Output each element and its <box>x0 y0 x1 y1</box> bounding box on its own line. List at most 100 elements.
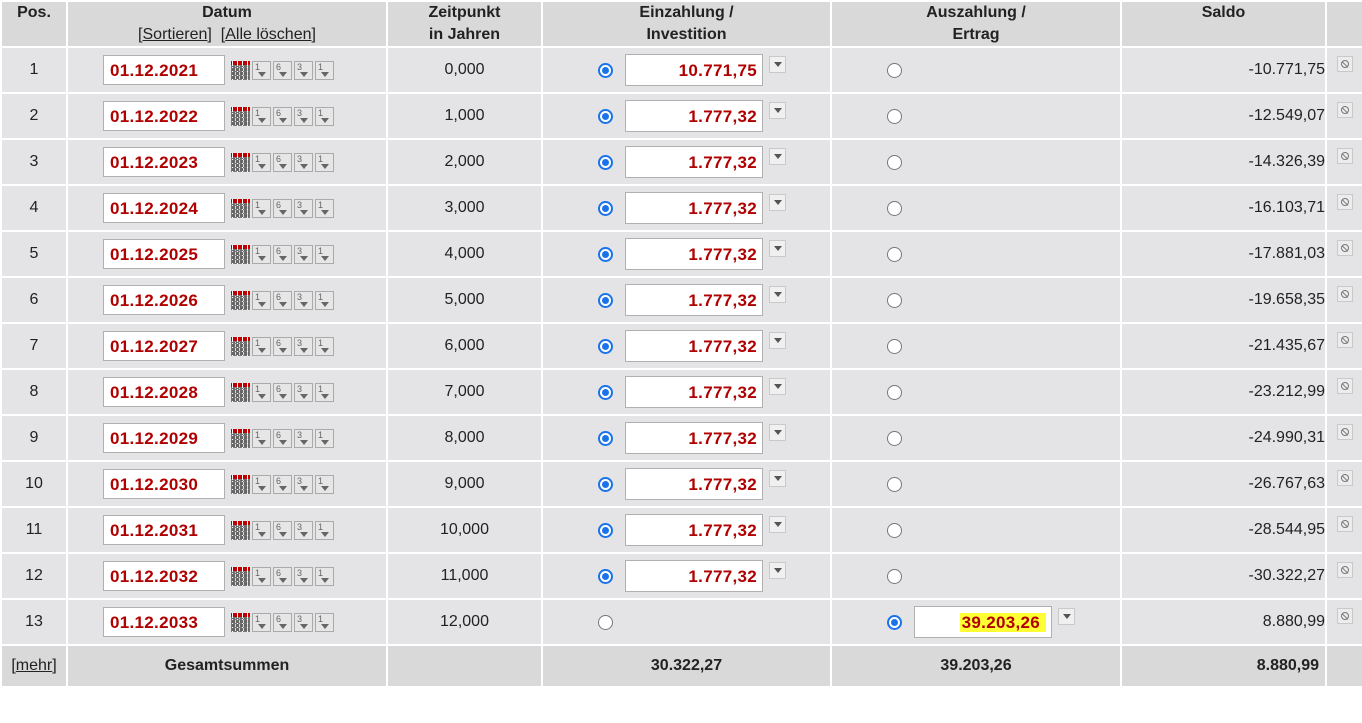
auszahlung-radio[interactable] <box>887 62 902 78</box>
auszahlung-radio[interactable] <box>887 246 902 262</box>
quarter-step-icon[interactable]: 3 <box>294 198 313 218</box>
amount-dropdown-icon[interactable] <box>1058 608 1075 625</box>
year-step-icon[interactable]: 1 <box>315 474 334 494</box>
delete-row-icon[interactable] <box>1336 561 1353 578</box>
calendar-icon[interactable] <box>231 60 250 80</box>
delete-row-icon[interactable] <box>1336 331 1353 348</box>
amount-field[interactable]: 1.777,32 <box>625 376 763 408</box>
einzahlung-radio[interactable] <box>598 246 613 262</box>
amount-field[interactable]: 1.777,32 <box>625 100 763 132</box>
quarter-step-icon[interactable]: 3 <box>294 290 313 310</box>
date-field[interactable]: 01.12.2024 <box>103 193 225 223</box>
quarter-step-icon[interactable]: 3 <box>294 520 313 540</box>
calendar-icon[interactable] <box>231 152 250 172</box>
amount-dropdown-icon[interactable] <box>769 240 786 257</box>
amount-field[interactable]: 1.777,32 <box>625 468 763 500</box>
month-step-icon[interactable]: 6 <box>273 474 292 494</box>
amount-dropdown-icon[interactable] <box>769 516 786 533</box>
quarter-step-icon[interactable]: 3 <box>294 474 313 494</box>
amount-field[interactable]: 1.777,32 <box>625 192 763 224</box>
amount-dropdown-icon[interactable] <box>769 102 786 119</box>
auszahlung-radio[interactable] <box>887 384 902 400</box>
month-step-icon[interactable]: 6 <box>273 428 292 448</box>
month-step-icon[interactable]: 6 <box>273 198 292 218</box>
calendar-icon[interactable] <box>231 520 250 540</box>
day-step-icon[interactable]: 1 <box>252 244 271 264</box>
delete-row-icon[interactable] <box>1336 147 1353 164</box>
day-step-icon[interactable]: 1 <box>252 198 271 218</box>
quarter-step-icon[interactable]: 3 <box>294 382 313 402</box>
day-step-icon[interactable]: 1 <box>252 428 271 448</box>
year-step-icon[interactable]: 1 <box>315 336 334 356</box>
delete-row-icon[interactable] <box>1336 285 1353 302</box>
year-step-icon[interactable]: 1 <box>315 60 334 80</box>
auszahlung-radio[interactable] <box>887 154 902 170</box>
einzahlung-radio[interactable] <box>598 62 613 78</box>
delete-row-icon[interactable] <box>1336 607 1353 624</box>
month-step-icon[interactable]: 6 <box>273 382 292 402</box>
quarter-step-icon[interactable]: 3 <box>294 106 313 126</box>
amount-dropdown-icon[interactable] <box>769 562 786 579</box>
date-field[interactable]: 01.12.2022 <box>103 101 225 131</box>
einzahlung-radio[interactable] <box>598 292 613 308</box>
calendar-icon[interactable] <box>231 198 250 218</box>
month-step-icon[interactable]: 6 <box>273 106 292 126</box>
amount-dropdown-icon[interactable] <box>769 470 786 487</box>
sortieren-link[interactable]: Sortieren <box>143 26 208 43</box>
calendar-icon[interactable] <box>231 106 250 126</box>
date-field[interactable]: 01.12.2033 <box>103 607 225 637</box>
year-step-icon[interactable]: 1 <box>315 428 334 448</box>
quarter-step-icon[interactable]: 3 <box>294 244 313 264</box>
month-step-icon[interactable]: 6 <box>273 336 292 356</box>
year-step-icon[interactable]: 1 <box>315 106 334 126</box>
quarter-step-icon[interactable]: 3 <box>294 612 313 632</box>
day-step-icon[interactable]: 1 <box>252 612 271 632</box>
quarter-step-icon[interactable]: 3 <box>294 428 313 448</box>
delete-row-icon[interactable] <box>1336 239 1353 256</box>
day-step-icon[interactable]: 1 <box>252 290 271 310</box>
amount-dropdown-icon[interactable] <box>769 378 786 395</box>
date-field[interactable]: 01.12.2025 <box>103 239 225 269</box>
amount-field[interactable]: 1.777,32 <box>625 284 763 316</box>
calendar-icon[interactable] <box>231 428 250 448</box>
year-step-icon[interactable]: 1 <box>315 290 334 310</box>
einzahlung-radio[interactable] <box>598 338 613 354</box>
day-step-icon[interactable]: 1 <box>252 520 271 540</box>
date-field[interactable]: 01.12.2032 <box>103 561 225 591</box>
auszahlung-radio[interactable] <box>887 430 902 446</box>
year-step-icon[interactable]: 1 <box>315 520 334 540</box>
day-step-icon[interactable]: 1 <box>252 336 271 356</box>
amount-field[interactable]: 39.203,26 <box>914 606 1052 638</box>
auszahlung-radio[interactable] <box>887 292 902 308</box>
year-step-icon[interactable]: 1 <box>315 152 334 172</box>
year-step-icon[interactable]: 1 <box>315 244 334 264</box>
einzahlung-radio[interactable] <box>598 384 613 400</box>
amount-field[interactable]: 1.777,32 <box>625 422 763 454</box>
delete-row-icon[interactable] <box>1336 193 1353 210</box>
date-field[interactable]: 01.12.2030 <box>103 469 225 499</box>
alle-loeschen-link[interactable]: Alle löschen <box>225 26 311 43</box>
delete-row-icon[interactable] <box>1336 515 1353 532</box>
amount-field[interactable]: 1.777,32 <box>625 514 763 546</box>
auszahlung-radio[interactable] <box>887 522 902 538</box>
amount-dropdown-icon[interactable] <box>769 286 786 303</box>
year-step-icon[interactable]: 1 <box>315 566 334 586</box>
amount-field[interactable]: 1.777,32 <box>625 560 763 592</box>
calendar-icon[interactable] <box>231 612 250 632</box>
einzahlung-radio[interactable] <box>598 154 613 170</box>
year-step-icon[interactable]: 1 <box>315 198 334 218</box>
amount-field[interactable]: 1.777,32 <box>625 146 763 178</box>
delete-row-icon[interactable] <box>1336 55 1353 72</box>
month-step-icon[interactable]: 6 <box>273 612 292 632</box>
calendar-icon[interactable] <box>231 474 250 494</box>
calendar-icon[interactable] <box>231 290 250 310</box>
year-step-icon[interactable]: 1 <box>315 382 334 402</box>
auszahlung-radio[interactable] <box>887 200 902 216</box>
day-step-icon[interactable]: 1 <box>252 474 271 494</box>
auszahlung-radio[interactable] <box>887 568 902 584</box>
auszahlung-radio[interactable] <box>887 476 902 492</box>
month-step-icon[interactable]: 6 <box>273 244 292 264</box>
delete-row-icon[interactable] <box>1336 101 1353 118</box>
mehr-link[interactable]: mehr <box>16 657 52 674</box>
month-step-icon[interactable]: 6 <box>273 520 292 540</box>
